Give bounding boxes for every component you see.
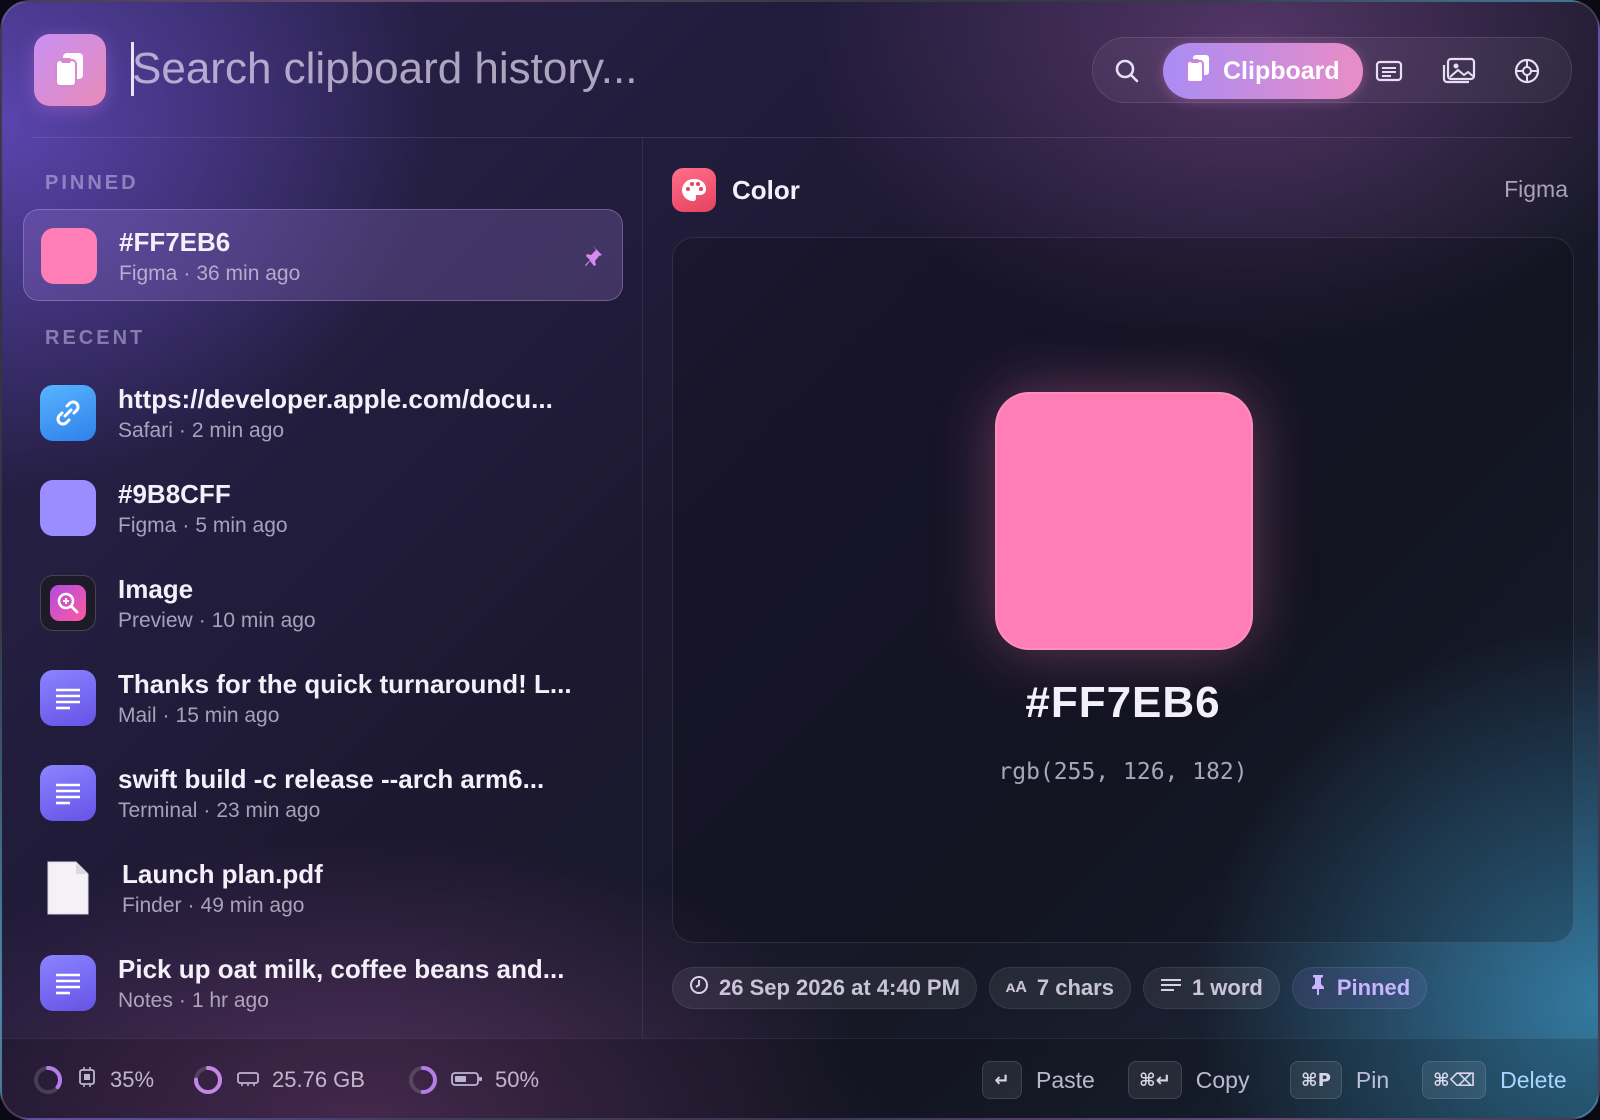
item-title: https://developer.apple.com/docu... <box>118 384 553 414</box>
text-size-icon: ᴀA <box>1005 979 1027 996</box>
palette-icon <box>672 168 716 212</box>
delete-label: Delete <box>1500 1066 1567 1093</box>
text-lines-icon <box>40 670 96 726</box>
item-title: Thanks for the quick turnaround! L... <box>118 669 572 699</box>
text-lines-icon <box>40 765 96 821</box>
item-title: Launch plan.pdf <box>122 859 323 889</box>
item-meta: Finder · 49 min ago <box>122 894 305 917</box>
tab-clipboard[interactable]: Clipboard <box>1163 43 1363 99</box>
search-icon[interactable] <box>1107 51 1147 91</box>
item-meta: Terminal · 23 min ago <box>118 799 321 822</box>
status-bar: 35% 25.76 GB 50% ↵ Paste ⌘↵ Copy ⌘P Pin … <box>2 1038 1598 1118</box>
clock-icon <box>689 975 709 1001</box>
shortcut-copy[interactable]: ⌘↵ Copy <box>1128 1061 1249 1099</box>
section-label-recent: RECENT <box>45 327 146 349</box>
memory-icon <box>236 1067 260 1093</box>
detail-source-app: Figma <box>1504 176 1568 202</box>
item-meta: Figma · 5 min ago <box>118 514 288 537</box>
clipboard-manager-window: Clipboard PINNED #FF7EB6 Figma·36 min ag… <box>0 0 1600 1120</box>
color-preview-card: #FF7EB6 rgb(255, 126, 182) <box>672 237 1574 943</box>
delete-key: ⌘⌫ <box>1422 1061 1487 1099</box>
link-icon <box>40 385 96 441</box>
list-item[interactable]: swift build -c release --arch arm6... Te… <box>23 747 623 839</box>
shortcut-pin[interactable]: ⌘P Pin <box>1290 1061 1389 1099</box>
list-item-pinned-color[interactable]: #FF7EB6 Figma · 36 min ago <box>23 209 623 301</box>
word-list-icon <box>1160 975 1182 1001</box>
chip-word-count: 1 word <box>1142 967 1280 1009</box>
color-swatch <box>41 228 97 284</box>
item-meta: Notes · 1 hr ago <box>118 989 269 1012</box>
color-rgb-value: rgb(255, 126, 182) <box>998 759 1248 785</box>
cpu-chip-icon <box>76 1066 98 1094</box>
photos-icon[interactable] <box>1439 51 1479 91</box>
paste-label: Paste <box>1036 1066 1095 1093</box>
chip-char-count: ᴀA 7 chars <box>988 967 1131 1009</box>
memory-usage: 25.76 GB <box>192 1061 365 1099</box>
item-meta: Mail · 15 min ago <box>118 704 280 727</box>
list-item[interactable]: Thanks for the quick turnaround! L... Ma… <box>23 652 623 744</box>
list-item[interactable]: Image Preview · 10 min ago <box>23 557 623 649</box>
detail-type-label: Color <box>732 175 800 205</box>
section-label-pinned: PINNED <box>45 172 139 194</box>
color-wheel-icon[interactable] <box>1507 51 1547 91</box>
copy-label: Copy <box>1195 1066 1250 1093</box>
battery-level-ring <box>409 1066 437 1094</box>
item-title: #9B8CFF <box>118 479 231 509</box>
pin-label: Pin <box>1355 1066 1390 1093</box>
pin-key: ⌘P <box>1290 1061 1342 1099</box>
color-swatch <box>40 480 96 536</box>
battery-level: 50% <box>407 1061 539 1099</box>
cpu-usage: 35% <box>32 1061 154 1099</box>
item-meta: Preview · 10 min ago <box>118 609 316 632</box>
list-item[interactable]: Pick up oat milk, coffee beans and... No… <box>23 937 623 1029</box>
column-divider <box>642 138 643 1038</box>
header-divider <box>32 137 1572 138</box>
view-switcher: Clipboard <box>1092 37 1572 103</box>
preview-app-icon <box>40 575 96 631</box>
tab-clipboard-label: Clipboard <box>1223 56 1340 85</box>
cpu-usage-ring <box>34 1066 62 1094</box>
item-meta: Safari · 2 min ago <box>118 419 285 442</box>
clipboard-app-icon <box>34 34 106 106</box>
metadata-chips: 26 Sep 2026 at 4:40 PM ᴀA 7 chars 1 word… <box>672 967 1428 1009</box>
color-swatch-large <box>995 392 1253 650</box>
color-hex-value: #FF7EB6 <box>1025 678 1221 727</box>
list-item[interactable]: #9B8CFF Figma · 5 min ago <box>23 462 623 554</box>
text-list-icon[interactable] <box>1369 51 1409 91</box>
battery-icon <box>451 1067 483 1093</box>
shortcut-paste[interactable]: ↵ Paste <box>982 1061 1095 1099</box>
search-input[interactable] <box>132 38 1032 100</box>
item-title: Image <box>118 574 194 604</box>
item-title: Pick up oat milk, coffee beans and... <box>118 954 565 984</box>
pin-icon[interactable] <box>584 244 608 275</box>
copy-key: ⌘↵ <box>1128 1061 1182 1099</box>
shortcut-delete[interactable]: ⌘⌫ Delete <box>1422 1061 1567 1099</box>
chip-pinned[interactable]: Pinned <box>1291 967 1428 1009</box>
chip-date: 26 Sep 2026 at 4:40 PM <box>672 967 977 1009</box>
clipboard-icon <box>1185 54 1211 89</box>
pin-icon <box>1309 974 1327 1002</box>
paste-key: ↵ <box>982 1061 1022 1099</box>
list-item[interactable]: Launch plan.pdf Finder · 49 min ago <box>23 842 623 934</box>
item-meta: Figma · 36 min ago <box>119 262 301 285</box>
document-icon <box>40 860 96 916</box>
memory-usage-ring <box>194 1066 222 1094</box>
item-title: #FF7EB6 <box>119 227 231 257</box>
list-item[interactable]: https://developer.apple.com/docu... Safa… <box>23 367 623 459</box>
text-lines-icon <box>40 955 96 1011</box>
item-title: swift build -c release --arch arm6... <box>118 764 545 794</box>
